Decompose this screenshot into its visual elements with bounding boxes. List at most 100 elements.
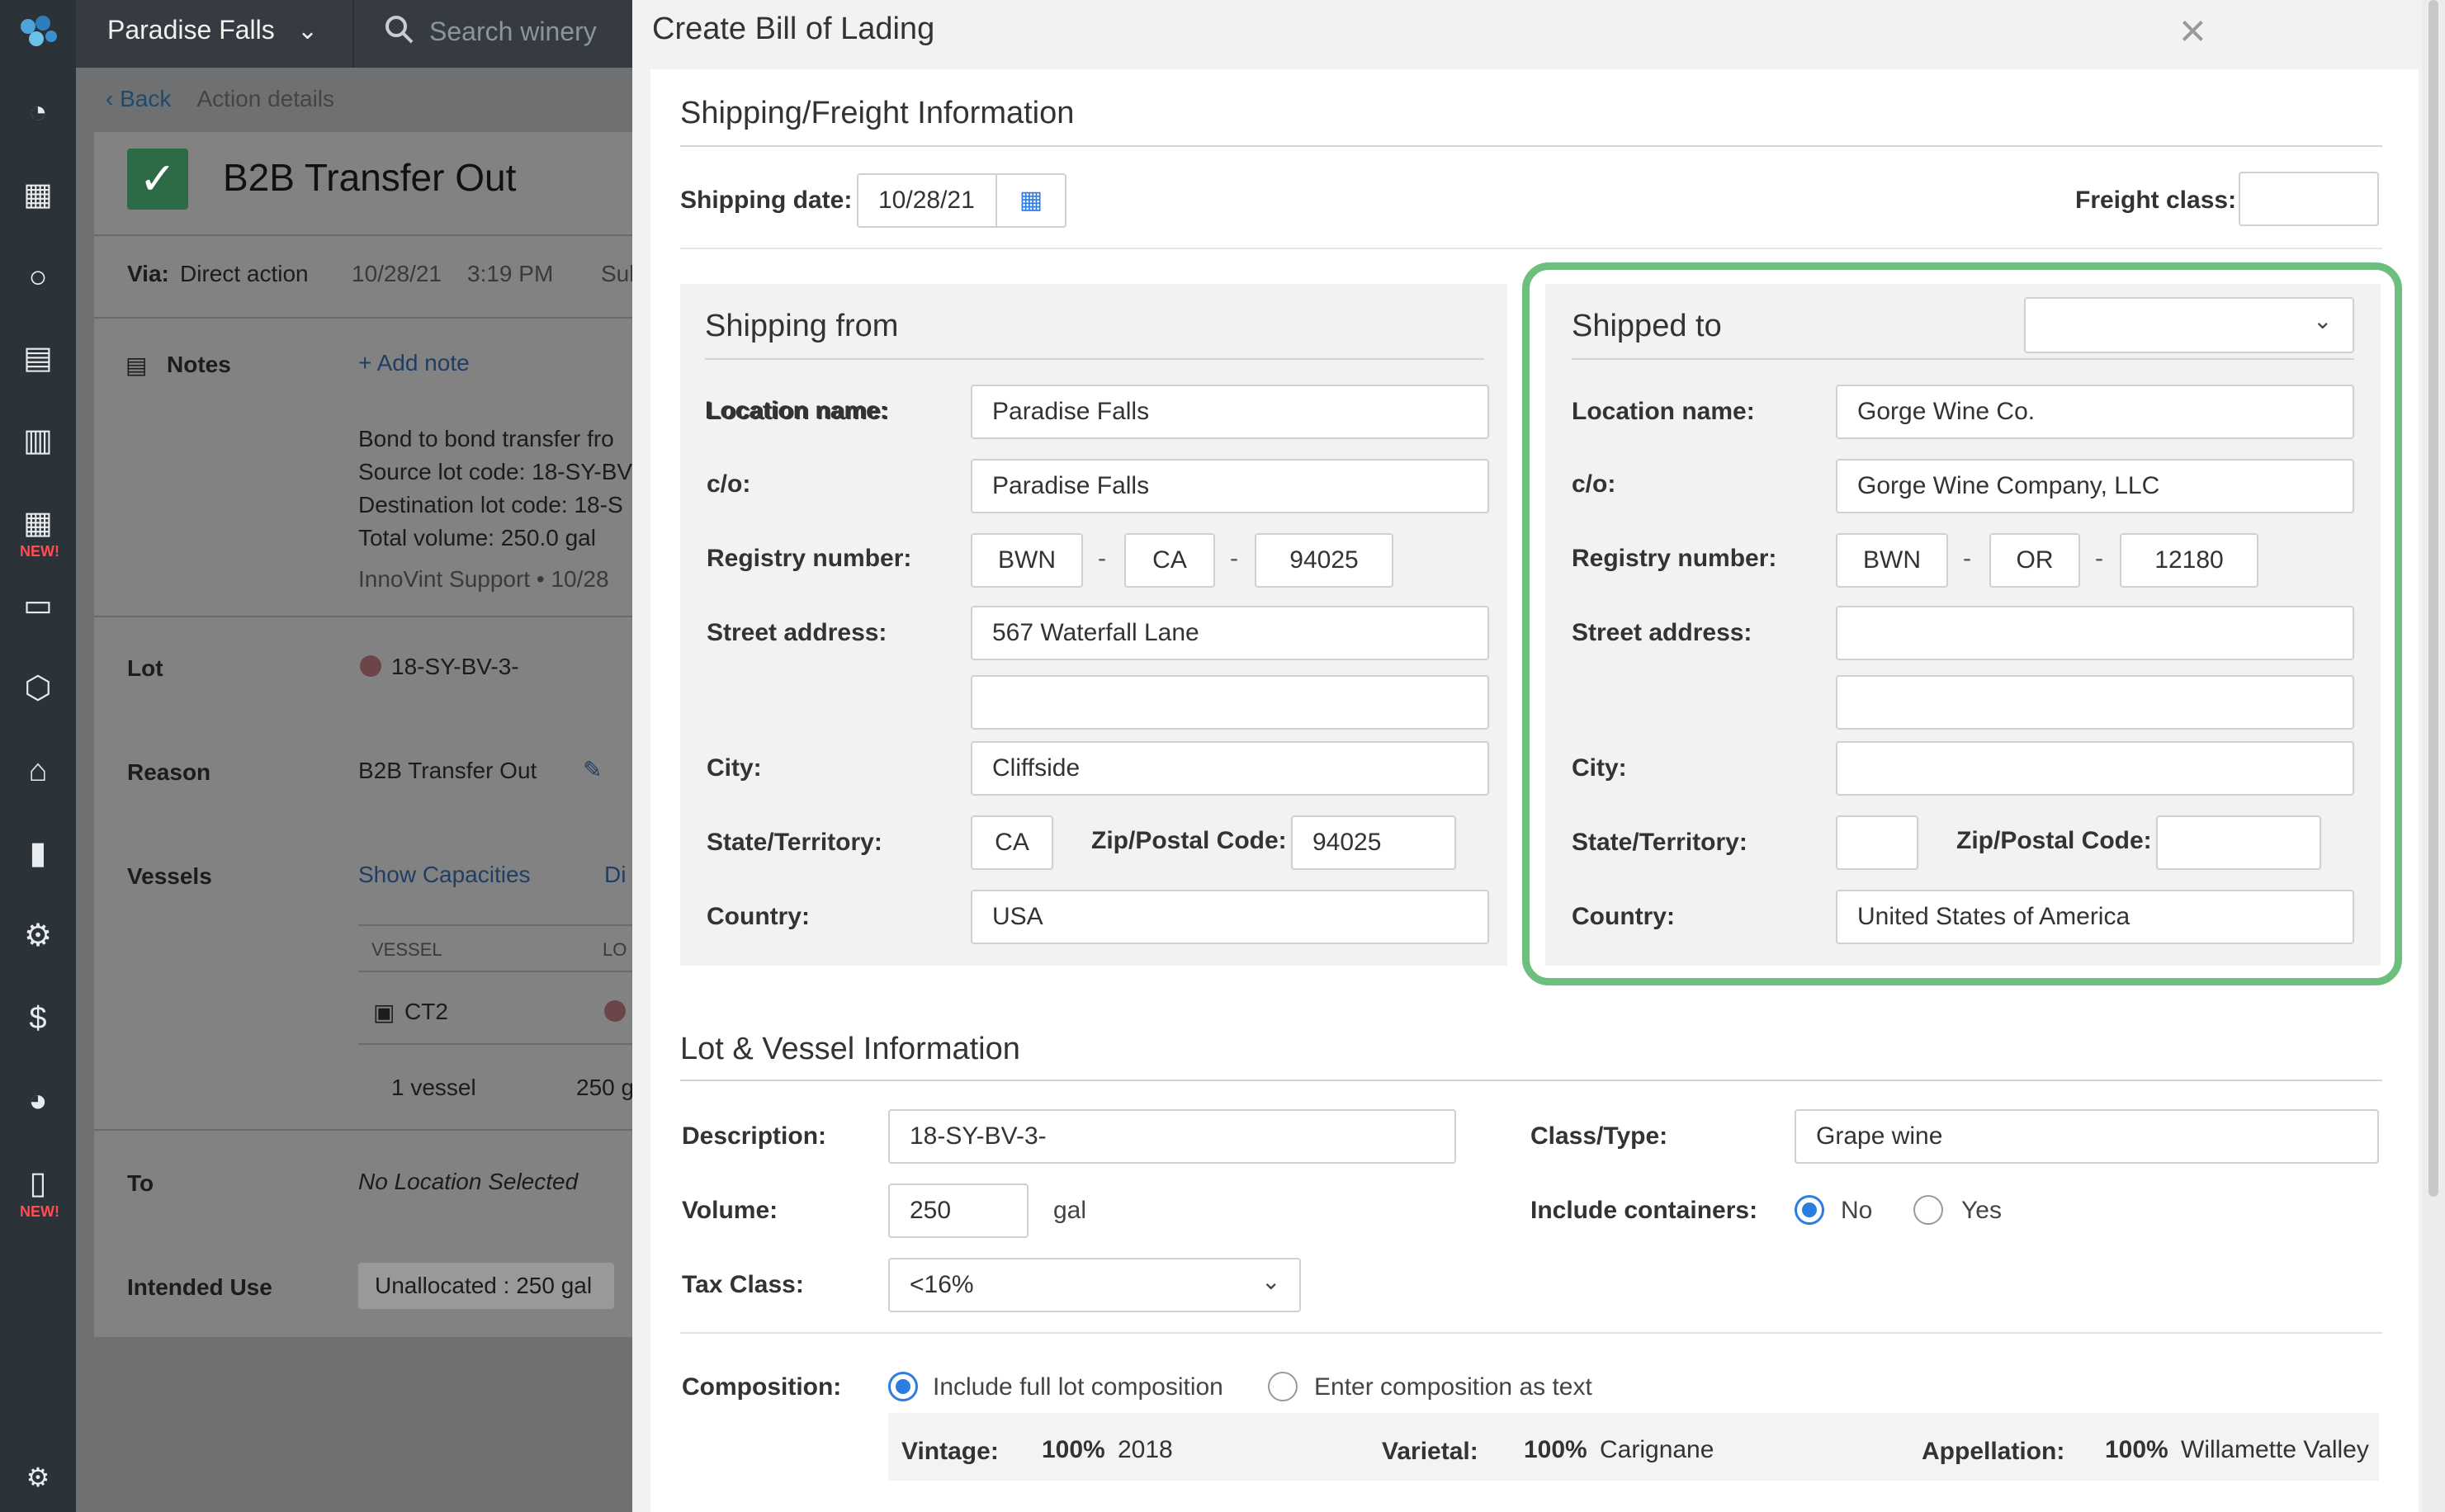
description-label: Description: xyxy=(682,1122,827,1150)
divider xyxy=(680,145,2382,147)
text-composition-radio[interactable] xyxy=(1268,1372,1298,1401)
vessel-volume: 250 g xyxy=(576,1075,635,1100)
via-value: Direct action xyxy=(180,261,309,286)
divider xyxy=(705,358,1484,360)
lot-section-title: Lot & Vessel Information xyxy=(680,1032,1020,1066)
class-type-input[interactable]: Grape wine xyxy=(1795,1109,2379,1164)
notes-icon: ▤ xyxy=(125,352,148,378)
from-zip-label: Zip/Postal Code: xyxy=(1091,827,1287,854)
mobile-icon[interactable]: ▯ xyxy=(18,1164,58,1203)
via-label: Via: xyxy=(127,261,169,286)
note-line: Bond to bond transfer fro xyxy=(358,426,614,451)
divider xyxy=(358,971,639,972)
note-author: InnoVint Support • 10/28 xyxy=(358,566,609,592)
vessel-column-header: VESSEL xyxy=(371,939,442,960)
grid-icon[interactable]: ▦ xyxy=(18,503,58,543)
from-registry-prefix[interactable]: BWN xyxy=(971,533,1083,588)
from-registry-number[interactable]: 94025 xyxy=(1255,533,1393,588)
back-link[interactable]: ‹ Back xyxy=(106,86,171,111)
note-line: Destination lot code: 18-S xyxy=(358,492,623,517)
containers-yes-label[interactable]: Yes xyxy=(1961,1197,2002,1225)
from-street1-input[interactable]: 567 Waterfall Lane xyxy=(971,606,1489,660)
lot-value[interactable]: 18-SY-BV-3- xyxy=(391,654,519,680)
shipping-from-title: Shipping from xyxy=(705,309,899,343)
containers-no-radio[interactable] xyxy=(1795,1195,1824,1225)
chevron-down-icon[interactable]: ⌄ xyxy=(297,17,318,45)
containers-no-label[interactable]: No xyxy=(1841,1197,1872,1225)
new-badge: NEW! xyxy=(20,543,59,560)
varietal-value: Carignane xyxy=(1600,1436,1714,1463)
dashboard-icon[interactable]: ◔ xyxy=(18,92,58,132)
containers-yes-radio[interactable] xyxy=(1913,1195,1943,1225)
text-composition-label[interactable]: Enter composition as text xyxy=(1314,1373,1592,1401)
circle-icon[interactable]: ○ xyxy=(18,258,58,297)
settings-icon[interactable]: ⚙ xyxy=(18,1458,58,1497)
calendar-icon[interactable]: ▦ xyxy=(18,175,58,215)
vineyard-icon[interactable]: ⌂ xyxy=(18,751,58,791)
divider xyxy=(680,1080,2382,1081)
from-state-input[interactable]: CA xyxy=(971,815,1053,870)
note-line: Source lot code: 18-SY-BV xyxy=(358,459,633,484)
dollar-icon[interactable]: $ xyxy=(18,999,58,1038)
close-icon[interactable]: × xyxy=(2179,3,2206,57)
bar-chart-icon[interactable]: ▮ xyxy=(18,834,58,873)
add-note-link[interactable]: + Add note xyxy=(358,350,470,376)
full-composition-label[interactable]: Include full lot composition xyxy=(933,1373,1223,1401)
pie-chart-icon[interactable]: ◕ xyxy=(18,1081,58,1121)
freight-class-input[interactable] xyxy=(2239,172,2379,226)
from-city-input[interactable]: Cliffside xyxy=(971,741,1489,796)
shipping-date-label: Shipping date: xyxy=(680,187,853,214)
from-state-label: State/Territory: xyxy=(707,829,882,856)
appellation-percent: 100% xyxy=(2105,1436,2168,1463)
winery-selector[interactable]: Paradise Falls xyxy=(107,15,275,45)
calendar-icon[interactable]: ▦ xyxy=(995,173,1066,228)
left-nav-rail: ◔ ▦ ○ ▤ ▥ ▦ NEW! ▭ ⬡ ⌂ ▮ ⚙ $ ◕ ▯ NEW! ⚙ xyxy=(0,0,76,1512)
reason-label: Reason xyxy=(127,759,211,785)
from-location-label-text: Location name: xyxy=(707,398,890,425)
from-zip-input[interactable]: 94025 xyxy=(1291,815,1456,870)
reason-value: B2B Transfer Out xyxy=(358,758,537,783)
tax-class-select[interactable]: <16% xyxy=(888,1258,1301,1312)
cubes-icon[interactable]: ⬡ xyxy=(18,669,58,708)
gears-icon[interactable]: ⚙ xyxy=(18,916,58,956)
from-country-label: Country: xyxy=(707,903,810,930)
divider xyxy=(352,0,354,68)
appellation-value: Willamette Valley xyxy=(2181,1436,2369,1463)
from-street2-input[interactable] xyxy=(971,675,1489,730)
edit-pencil-icon[interactable]: ✎ xyxy=(583,756,602,783)
shipping-section-title: Shipping/Freight Information xyxy=(680,96,1075,130)
full-composition-radio[interactable] xyxy=(888,1372,918,1401)
varietal-percent: 100% xyxy=(1524,1436,1587,1463)
clipboard-icon[interactable]: ▥ xyxy=(18,421,58,461)
lot-column-header: LO xyxy=(603,939,627,960)
divider xyxy=(680,248,2382,249)
notes-label: Notes xyxy=(167,352,231,377)
divider xyxy=(94,616,639,617)
search-input[interactable]: Search winery xyxy=(429,17,597,47)
tank-icon: ▣ xyxy=(373,999,395,1025)
divider xyxy=(358,1043,639,1045)
vessel-name[interactable]: CT2 xyxy=(404,999,448,1025)
show-capacities-link[interactable]: Show Capacities xyxy=(358,862,531,888)
from-country-input[interactable]: USA xyxy=(971,890,1489,944)
class-type-label: Class/Type: xyxy=(1530,1122,1668,1150)
chevron-down-icon[interactable]: ⌄ xyxy=(1261,1268,1280,1295)
description-input[interactable]: 18-SY-BV-3- xyxy=(888,1109,1456,1164)
scrollbar-thumb[interactable] xyxy=(2428,0,2438,1197)
shipping-date-input[interactable]: 10/28/21 xyxy=(857,173,997,228)
divider xyxy=(680,1332,2382,1334)
dash: - xyxy=(1230,545,1238,572)
innovint-logo-icon[interactable] xyxy=(15,12,61,58)
archive-icon[interactable]: ▭ xyxy=(18,586,58,626)
from-location-input[interactable]: Paradise Falls xyxy=(971,385,1489,439)
search-icon xyxy=(385,16,414,44)
volume-input[interactable]: 250 xyxy=(888,1184,1029,1238)
truncated-text: Sul xyxy=(601,261,635,286)
composition-label: Composition: xyxy=(682,1373,842,1401)
barrel-icon[interactable]: ▤ xyxy=(18,338,58,378)
intended-use-label: Intended Use xyxy=(127,1274,272,1300)
truncated-link[interactable]: Di xyxy=(604,862,626,888)
from-registry-state[interactable]: CA xyxy=(1124,533,1215,588)
to-label: To xyxy=(127,1170,154,1196)
from-co-input[interactable]: Paradise Falls xyxy=(971,459,1489,513)
